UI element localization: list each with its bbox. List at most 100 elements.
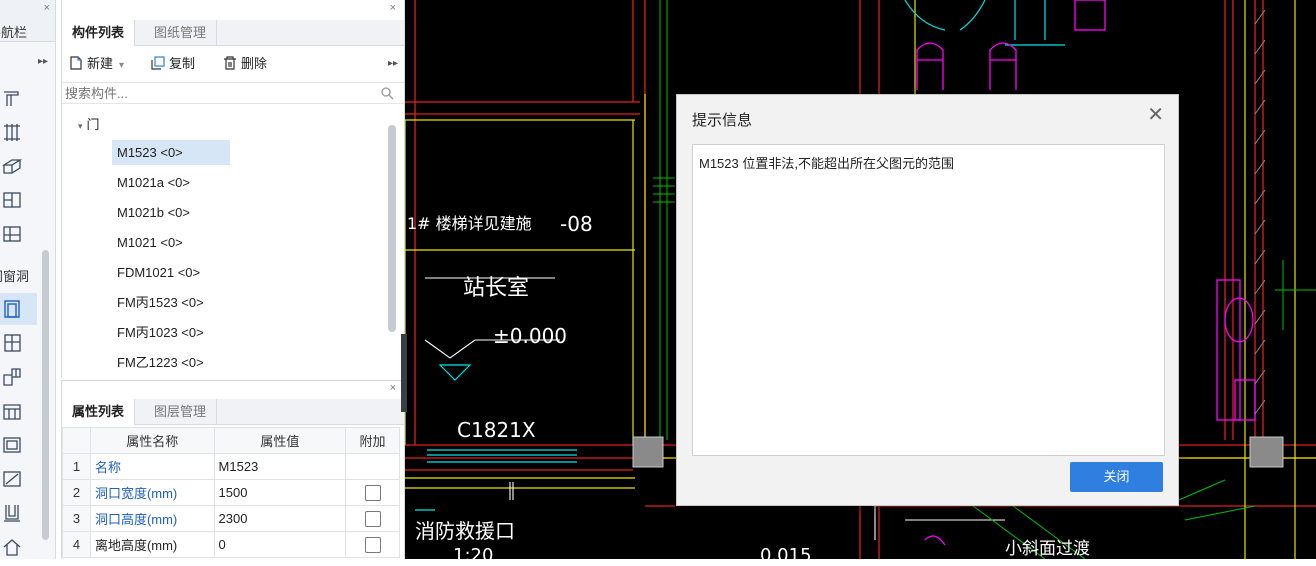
wall-icon[interactable] — [2, 88, 22, 108]
delete-button[interactable]: 删除 — [222, 54, 267, 74]
column-header-number — [62, 427, 91, 454]
tree-scrollbar[interactable] — [388, 125, 396, 332]
close-icon[interactable]: ✕ — [1147, 105, 1164, 125]
tree-item[interactable]: FDM1021 <0> — [112, 260, 205, 285]
column-header-name: 属性名称 — [89, 427, 215, 454]
search-input[interactable] — [62, 83, 362, 103]
wall-hole-icon[interactable] — [2, 401, 22, 421]
new-file-icon — [68, 55, 84, 71]
property-value[interactable]: 2300 — [213, 505, 347, 532]
cad-slope-value: 0.015 — [760, 545, 812, 566]
property-extra-cell — [345, 531, 400, 558]
door-window-icon[interactable] — [2, 367, 22, 387]
house-icon[interactable] — [2, 537, 22, 557]
opening-icon[interactable] — [2, 469, 22, 489]
tree-item[interactable]: FM丙1523 <0> — [112, 290, 209, 315]
dialog-message: M1523 位置非法,不能超出所在父图元的范围 — [699, 156, 954, 171]
tab-layer-management[interactable]: 图层管理 — [144, 399, 218, 425]
component-search — [62, 82, 404, 104]
table-row[interactable]: 1 名称 M1523 — [62, 453, 400, 480]
dialog-title: 提示信息 — [692, 112, 753, 129]
tree-group-door[interactable]: ▾ 门 — [78, 114, 100, 133]
tree-item[interactable]: M1021b <0> — [112, 200, 195, 225]
window-icon[interactable] — [2, 333, 22, 353]
cad-rescue-port-label: 消防救援口 — [415, 519, 515, 543]
cad-elevation-label: ±0.000 — [493, 324, 568, 348]
close-icon[interactable]: × — [390, 382, 396, 394]
extra-checkbox[interactable] — [364, 484, 381, 501]
cad-stair-suffix: -08 — [560, 212, 593, 236]
cad-window-tag: C1821X — [457, 418, 536, 442]
row-number: 4 — [62, 531, 91, 558]
table-row[interactable]: 4 离地高度(mm) 0 — [62, 531, 400, 558]
row-number: 2 — [62, 479, 91, 506]
trash-icon — [222, 55, 238, 71]
copy-button[interactable]: 复制 — [150, 54, 195, 74]
property-value[interactable]: 1500 — [213, 479, 347, 506]
property-list-panel: × 属性列表 图层管理 属性名称 属性值 附加 1 名称 M1523 2 洞口宽… — [61, 380, 405, 559]
property-extra-cell — [345, 453, 400, 480]
tree-item[interactable]: FM丙1023 <0> — [112, 320, 209, 345]
door-icon[interactable] — [2, 299, 22, 319]
copy-icon — [150, 55, 166, 71]
property-value[interactable]: 0 — [213, 531, 347, 558]
message-dialog: 提示信息 ✕ M1523 位置非法,不能超出所在父图元的范围 关闭 — [676, 94, 1179, 506]
navigation-bar: 导航栏 × ▸▸ 门窗洞 — [0, 0, 56, 559]
bay-window-icon[interactable] — [2, 435, 22, 455]
tab-component-list[interactable]: 构件列表 — [62, 20, 136, 46]
tree-item[interactable]: M1021a <0> — [112, 170, 195, 195]
navigation-title: 导航栏 — [0, 25, 28, 40]
row-number: 1 — [62, 453, 91, 480]
beam-icon[interactable] — [1, 156, 23, 176]
extra-checkbox[interactable] — [364, 510, 381, 527]
column-icon[interactable] — [2, 224, 22, 244]
delete-button-label: 删除 — [241, 56, 268, 71]
component-toolbar: 新建 ▾ 复制 删除 ▸▸ — [62, 50, 404, 78]
niche-icon[interactable] — [2, 503, 22, 523]
search-icon[interactable] — [380, 86, 394, 100]
table-row[interactable]: 3 洞口高度(mm) 2300 — [62, 505, 400, 532]
new-button-label: 新建 — [87, 56, 114, 71]
property-name: 离地高度(mm) — [89, 531, 215, 558]
extra-checkbox[interactable] — [364, 536, 381, 553]
column-header-extra: 附加 — [345, 427, 400, 454]
property-name: 洞口高度(mm) — [89, 505, 215, 532]
row-number: 3 — [62, 505, 91, 532]
close-icon[interactable]: × — [390, 2, 396, 14]
more-icon[interactable]: ▸▸ — [388, 54, 398, 74]
tree-group-label: 门 — [86, 117, 100, 132]
property-table: 属性名称 属性值 附加 1 名称 M1523 2 洞口宽度(mm) 1500 3… — [62, 427, 400, 558]
nav-scrollbar[interactable] — [42, 250, 49, 540]
panel-splitter-handle[interactable] — [401, 334, 407, 412]
dropdown-icon[interactable]: ▾ — [119, 60, 124, 71]
navigation-header: 导航栏 × — [0, 0, 55, 42]
table-row[interactable]: 2 洞口宽度(mm) 1500 — [62, 479, 400, 506]
close-button[interactable]: 关闭 — [1070, 462, 1163, 492]
property-name: 名称 — [89, 453, 215, 480]
navigation-toolbar: ▸▸ — [0, 50, 55, 76]
new-button[interactable]: 新建 ▾ — [68, 54, 124, 74]
close-icon[interactable]: × — [44, 2, 50, 14]
property-value[interactable]: M1523 — [213, 453, 347, 480]
slab-icon[interactable] — [2, 190, 22, 210]
property-tabs: 属性列表 图层管理 — [62, 399, 404, 425]
cad-room-label: 站长室 — [463, 276, 530, 301]
dialog-message-box: M1523 位置非法,不能超出所在父图元的范围 — [692, 144, 1165, 456]
column-header-value: 属性值 — [213, 427, 347, 454]
tab-drawing-management[interactable]: 图纸管理 — [144, 20, 218, 46]
collapse-icon[interactable]: ▾ — [78, 121, 83, 131]
tree-item[interactable]: M1523 <0> — [112, 140, 230, 165]
component-tree: ▾ 门 M1523 <0> M1021a <0> M1021b <0> M1021… — [62, 108, 392, 378]
tree-item[interactable]: FM乙1223 <0> — [112, 350, 209, 375]
cad-scale-label: 1:20 — [453, 545, 494, 566]
tree-item[interactable]: M1021 <0> — [112, 230, 188, 255]
section-label-door-window[interactable]: 门窗洞 — [0, 266, 29, 285]
grid-icon[interactable] — [2, 122, 22, 142]
table-header-row: 属性名称 属性值 附加 — [62, 427, 400, 454]
component-list-panel: × 构件列表 图纸管理 新建▾ 复制 删除 ▸▸ ▾门 M1523 <0> M1… — [61, 0, 405, 378]
component-tabs: 构件列表 图纸管理 — [62, 20, 404, 46]
copy-button-label: 复制 — [169, 56, 196, 71]
tab-property-list[interactable]: 属性列表 — [62, 399, 136, 425]
cad-stair-note: 1# 楼梯详见建施 — [407, 214, 532, 233]
expand-icon[interactable]: ▸▸ — [38, 56, 48, 67]
